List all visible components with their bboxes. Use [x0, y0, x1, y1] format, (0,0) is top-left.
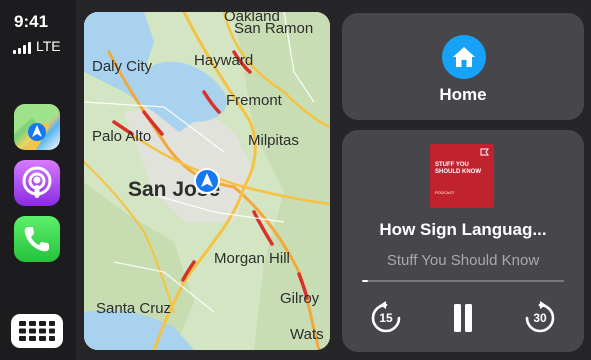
home-label: Home [439, 85, 487, 104]
podcasts-app-icon[interactable] [14, 160, 60, 206]
signal-bars-icon [13, 42, 31, 54]
home-shortcut-panel[interactable]: Home [342, 13, 584, 120]
home-button[interactable] [442, 35, 486, 79]
status-time: 9:41 [14, 12, 49, 31]
podcasts-icon [22, 166, 52, 198]
house-icon [453, 47, 475, 67]
playback-progress-bar[interactable] [362, 280, 564, 282]
map-label-hayward: Hayward [194, 52, 254, 69]
app-grid-button[interactable] [11, 314, 63, 348]
map-label-daly-city: Daly City [92, 58, 153, 75]
podcast-name: Stuff You Should Know [386, 252, 540, 269]
maps-icon [14, 104, 60, 150]
map-label-morgan-hill: Morgan Hill [214, 250, 290, 267]
skip-forward-button[interactable]: 30 [520, 298, 560, 338]
skip-back-seconds: 15 [379, 311, 393, 325]
podcast-artwork: STUFF YOU SHOULD KNOW PODCAST [430, 144, 494, 208]
sidebar: 9:41 LTE [0, 0, 76, 360]
map-label-milpitas: Milpitas [248, 132, 299, 149]
pause-icon [454, 304, 472, 332]
map-label-gilroy: Gilroy [280, 290, 320, 307]
artwork-subtitle: PODCAST [435, 190, 455, 195]
phone-app-icon[interactable] [14, 216, 60, 262]
map-label-santa-cruz: Santa Cruz [96, 300, 172, 317]
map-label-palo-alto: Palo Alto [92, 128, 152, 145]
map-label-san-ramon: San Ramon [234, 20, 314, 37]
app-grid-icon [19, 321, 55, 341]
maps-app-icon[interactable] [14, 104, 60, 150]
map-label-fremont: Fremont [226, 92, 282, 109]
playback-progress-fill [362, 280, 369, 282]
map-label-watsonville: Wats [290, 326, 324, 343]
status-signal: LTE [13, 38, 61, 54]
artwork-flag-icon [480, 148, 489, 156]
skip-back-button[interactable]: 15 [366, 298, 406, 338]
pause-button[interactable] [443, 298, 483, 338]
artwork-title: STUFF YOU SHOULD KNOW [435, 162, 481, 175]
phone-icon [24, 227, 49, 252]
episode-title: How Sign Languag... [379, 220, 547, 239]
now-playing-panel[interactable]: STUFF YOU SHOULD KNOW PODCAST How Sign L… [342, 130, 584, 352]
network-type: LTE [36, 38, 61, 54]
navigation-arrow-icon [194, 168, 220, 194]
skip-forward-seconds: 30 [533, 311, 547, 325]
maps-widget[interactable]: Oakland San Ramon Daly City Hayward Frem… [84, 12, 330, 350]
carplay-screen: 9:41 LTE Oakland San Ramon Daly City Hay… [0, 0, 591, 360]
